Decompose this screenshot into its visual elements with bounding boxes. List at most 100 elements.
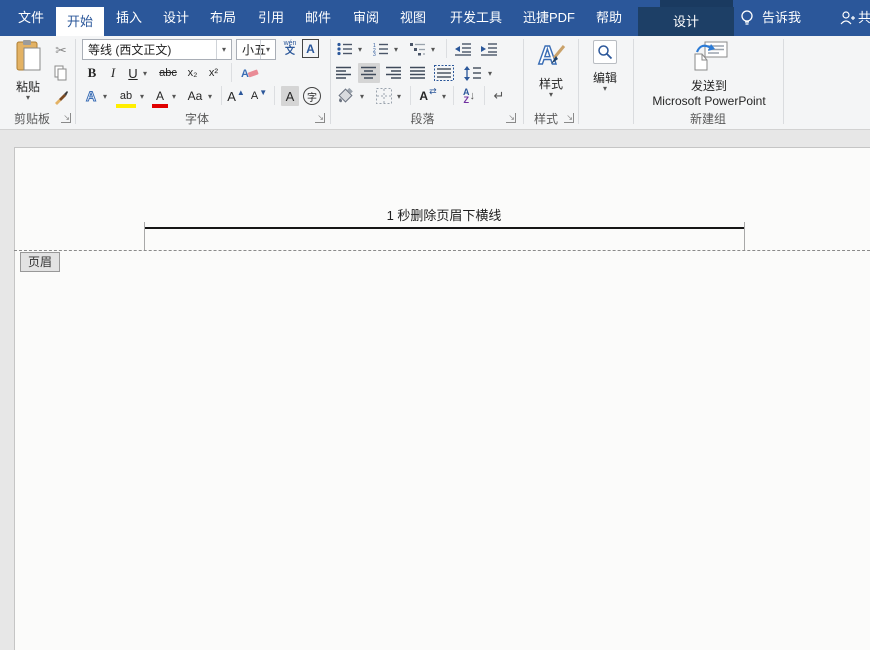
tab-file[interactable]: 文件 (8, 0, 54, 36)
line-spacing-dropdown-icon[interactable] (486, 63, 494, 83)
align-right-icon[interactable] (384, 63, 404, 83)
send-line1: 发送到 (638, 77, 780, 94)
tab-mailings[interactable]: 邮件 (295, 0, 341, 36)
clipboard-group-label: 剪贴板 (6, 110, 58, 127)
tab-help[interactable]: 帮助 (586, 0, 632, 36)
font-size-dropdown-icon[interactable] (260, 40, 275, 59)
copy-icon[interactable] (52, 63, 70, 83)
header-tag: 页眉 (20, 252, 60, 272)
font-color-icon[interactable]: A (152, 88, 168, 108)
justify-icon[interactable] (408, 63, 428, 83)
bold-button[interactable]: B (84, 63, 100, 83)
font-name-combo[interactable]: 等线 (西文正文) (82, 39, 232, 60)
tab-view[interactable]: 视图 (390, 0, 436, 36)
text-effects-icon[interactable]: A (84, 86, 100, 106)
asian-layout-icon[interactable]: A ⇄ (417, 86, 439, 106)
highlight-dropdown-icon[interactable] (138, 86, 146, 106)
tab-design[interactable]: 设计 (153, 0, 199, 36)
font-color-dropdown-icon[interactable] (170, 86, 178, 106)
align-left-icon[interactable] (334, 63, 354, 83)
multilevel-dropdown-icon[interactable] (429, 39, 437, 59)
grow-font-icon[interactable]: A▲ (227, 86, 245, 106)
clear-formatting-icon[interactable]: A (238, 63, 262, 83)
font-group-label: 字体 (82, 110, 312, 127)
strikethrough-button[interactable]: abc (156, 63, 180, 83)
underline-button[interactable]: U (126, 63, 140, 83)
editing-dropdown-icon[interactable]: ▾ (584, 86, 626, 92)
group-separator (75, 39, 76, 124)
tab-pdf[interactable]: 迅捷PDF (514, 0, 584, 36)
share-person-icon[interactable] (838, 9, 856, 27)
change-case-icon[interactable]: Aa (184, 86, 206, 106)
text-effects-dropdown-icon[interactable] (101, 86, 109, 106)
lightbulb-icon[interactable] (737, 8, 757, 28)
send-to-powerpoint-button[interactable]: 发送到 Microsoft PowerPoint (638, 40, 780, 108)
tab-home[interactable]: 开始 (56, 7, 104, 36)
cut-icon[interactable]: ✂ (52, 40, 70, 60)
group-separator (783, 39, 784, 124)
header-tip-text[interactable]: 1 秒删除页眉下横线 (144, 208, 744, 224)
font-name-dropdown-icon[interactable] (216, 40, 231, 59)
paste-button[interactable]: 粘贴 ▾ (6, 39, 50, 101)
bullets-icon[interactable] (336, 39, 354, 59)
menu-bar: 文件 开始 插入 设计 布局 引用 邮件 审阅 视图 开发工具 迅捷PDF 帮助… (0, 0, 870, 36)
align-center-icon[interactable] (358, 63, 380, 83)
numbering-dropdown-icon[interactable] (392, 39, 400, 59)
paste-clipboard-icon (14, 39, 42, 73)
clipboard-dialog-launcher-icon[interactable] (61, 113, 71, 123)
styles-dialog-launcher-icon[interactable] (564, 113, 574, 123)
svg-text:A: A (86, 88, 96, 104)
borders-dropdown-icon[interactable] (395, 86, 403, 106)
bullets-dropdown-icon[interactable] (356, 39, 364, 59)
header-underline-left-tick (144, 222, 145, 250)
phonetic-guide-icon[interactable]: wén 文 (281, 38, 299, 58)
paragraph-dialog-launcher-icon[interactable] (506, 113, 516, 123)
tell-me-label[interactable]: 告诉我 (762, 0, 801, 36)
enclose-characters-icon[interactable]: 字 (303, 87, 321, 105)
divider (446, 39, 447, 58)
tab-layout[interactable]: 布局 (200, 0, 246, 36)
underline-dropdown-icon[interactable] (141, 63, 149, 83)
character-shading-icon[interactable]: A (281, 86, 299, 106)
header-underline-right-tick (744, 222, 745, 250)
show-marks-icon[interactable]: ↵ (490, 86, 508, 106)
group-separator (578, 39, 579, 124)
italic-button[interactable]: I (106, 63, 120, 83)
sort-icon[interactable]: A Z ↓ (458, 86, 480, 106)
tab-insert[interactable]: 插入 (106, 0, 152, 36)
font-dialog-launcher-icon[interactable] (315, 113, 325, 123)
subscript-button[interactable]: x₂ (184, 63, 201, 83)
decrease-indent-icon[interactable] (452, 39, 474, 59)
borders-icon[interactable] (374, 86, 394, 106)
tab-developer[interactable]: 开发工具 (440, 0, 512, 36)
tab-review[interactable]: 审阅 (343, 0, 389, 36)
tab-header-footer-design[interactable]: 设计 (638, 7, 734, 36)
styles-button[interactable]: A 样式 ▾ (528, 40, 574, 98)
header-underline (144, 227, 745, 229)
shading-dropdown-icon[interactable] (358, 86, 366, 106)
tab-references[interactable]: 引用 (248, 0, 294, 36)
shading-bucket-icon[interactable] (336, 86, 356, 106)
document-workspace: 1 秒删除页眉下横线 页眉 (0, 130, 870, 650)
line-spacing-icon[interactable] (462, 63, 484, 83)
asian-layout-dropdown-icon[interactable] (440, 86, 448, 106)
paste-dropdown-icon[interactable]: ▾ (6, 95, 50, 101)
share-label[interactable]: 共 (858, 0, 870, 36)
svg-text:3: 3 (373, 52, 376, 56)
header-boundary-dashed-line (14, 250, 870, 251)
multilevel-list-icon[interactable] (409, 39, 427, 59)
superscript-button[interactable]: x² (205, 63, 222, 83)
send-line2: Microsoft PowerPoint (638, 94, 780, 108)
increase-indent-icon[interactable] (478, 39, 500, 59)
numbering-icon[interactable]: 123 (372, 39, 390, 59)
format-painter-icon[interactable] (52, 87, 70, 107)
highlight-color-icon[interactable]: ab (116, 88, 136, 108)
shrink-font-glyph: A (251, 90, 258, 102)
shrink-font-icon[interactable]: A▼ (250, 86, 268, 106)
styles-dropdown-icon[interactable]: ▾ (528, 92, 574, 98)
font-size-combo[interactable]: 小五 (236, 39, 276, 60)
character-border-icon[interactable]: A (302, 39, 319, 58)
change-case-dropdown-icon[interactable] (206, 86, 214, 106)
distribute-icon[interactable] (432, 63, 456, 83)
editing-button[interactable]: 编辑 ▾ (584, 40, 626, 92)
